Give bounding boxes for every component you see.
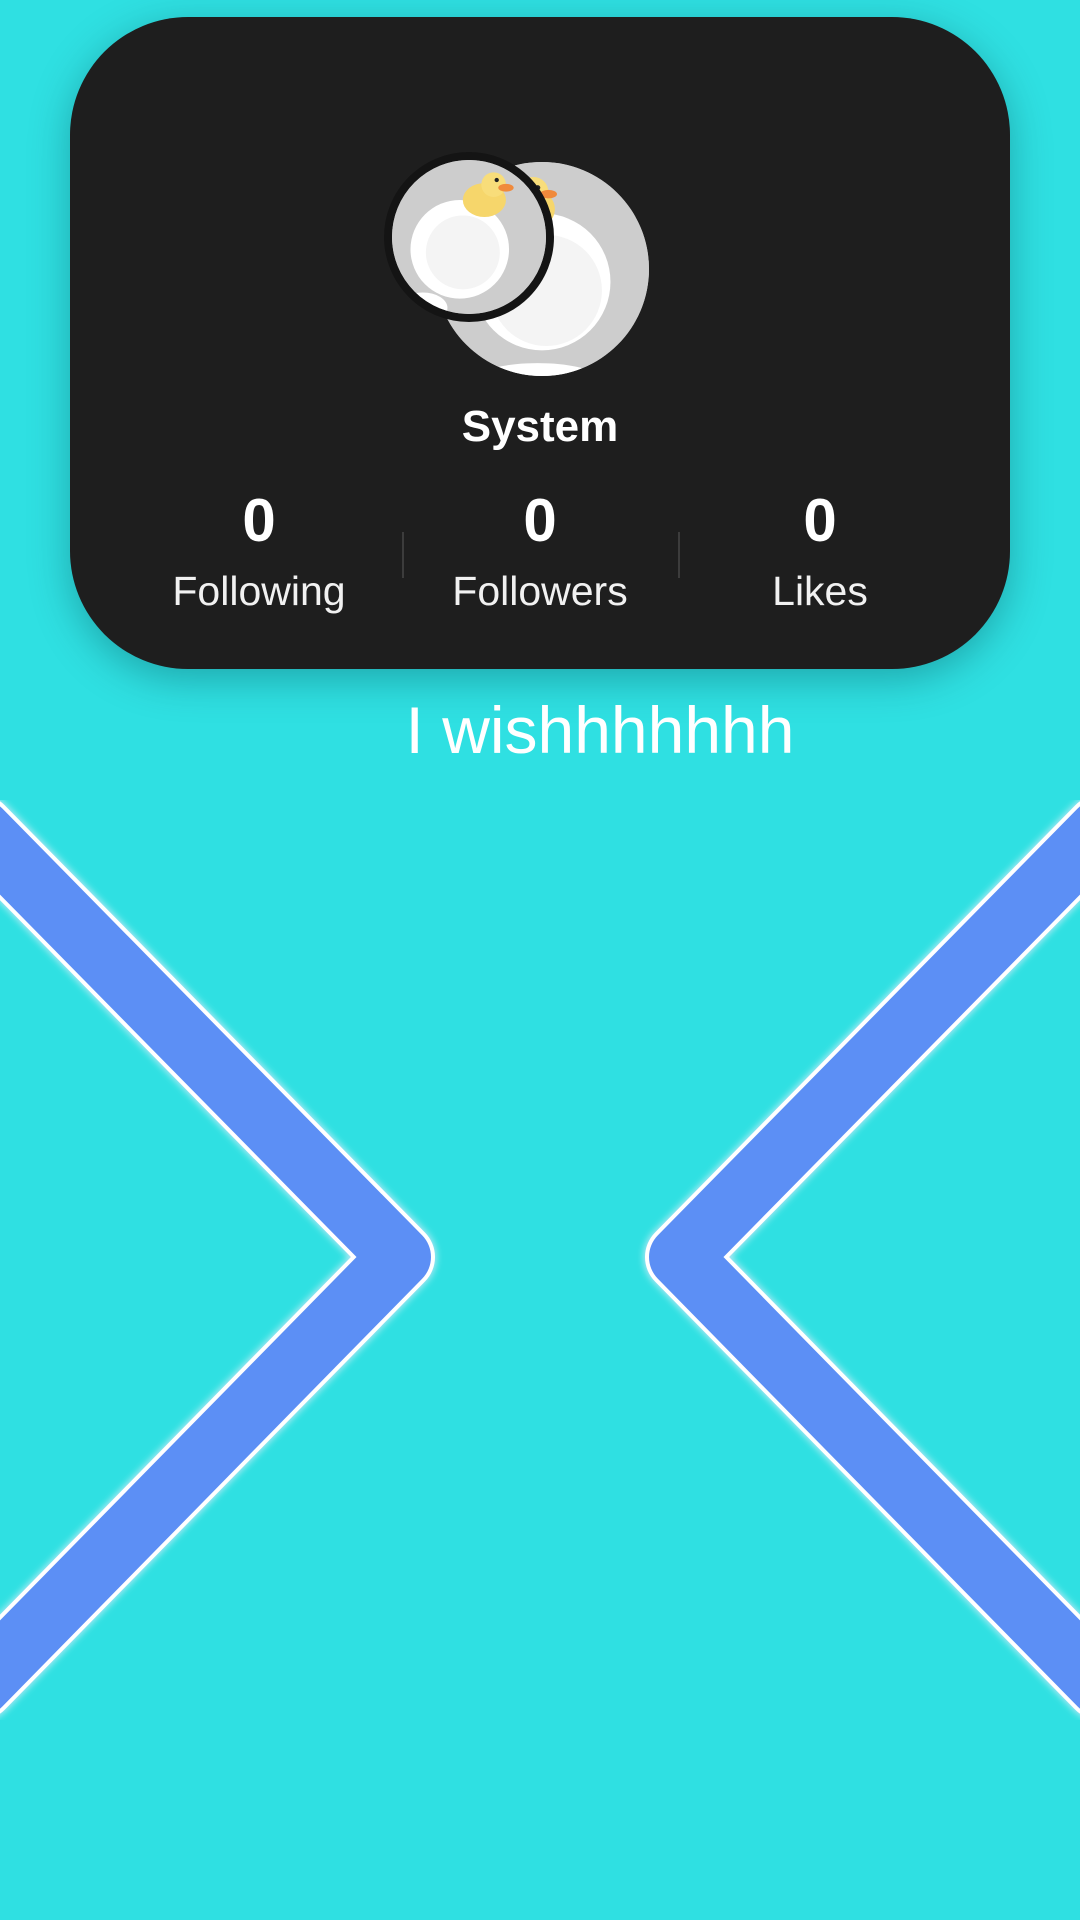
left-chevron — [0, 801, 435, 1714]
following-stat[interactable]: 0 Following — [119, 491, 399, 621]
following-count: 0 — [242, 487, 276, 554]
video-caption: I wishhhhhhh — [405, 693, 795, 767]
following-label: Following — [172, 568, 346, 614]
likes-count: 0 — [803, 487, 837, 554]
profile-stats: 0 Following 0 Followers 0 Likes — [0, 0, 1080, 680]
followers-count: 0 — [523, 487, 557, 554]
followers-stat[interactable]: 0 Followers — [400, 491, 680, 621]
likes-label: Likes — [772, 568, 868, 614]
right-chevron — [645, 801, 1080, 1714]
likes-stat[interactable]: 0 Likes — [680, 491, 960, 621]
chevron-pair-icon — [0, 801, 1080, 1714]
followers-label: Followers — [452, 568, 628, 614]
